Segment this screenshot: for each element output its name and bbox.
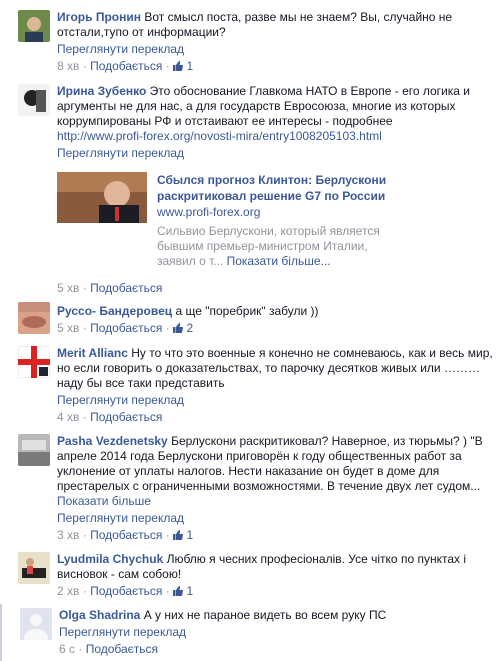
translate-link[interactable]: Переглянути переклад [57,42,496,57]
like-count[interactable]: 1 [173,59,193,73]
like-count-value: 2 [186,321,194,335]
comment-time[interactable]: 8 хв [57,59,79,73]
comment: Игорь Пронин Вот смысл поста, разве мы н… [0,6,504,78]
comment-meta: 5 хв · Подобається [57,281,163,295]
comment-time[interactable]: 5 хв [57,321,79,335]
avatar[interactable] [18,10,50,42]
link-preview[interactable]: Сбылся прогноз Клинтон: Берлускони раскр… [57,172,412,272]
thumbs-up-icon [173,530,184,540]
comment: Merit Allianc Ну то что это военные я ко… [0,342,504,426]
avatar[interactable] [18,302,50,334]
comment-link[interactable]: http://www.profi-forex.org/novosti-mira/… [57,129,382,143]
translate-link[interactable]: Переглянути переклад [57,146,496,161]
preview-title[interactable]: Сбылся прогноз Клинтон: Берлускони раскр… [157,172,412,204]
comment-author[interactable]: Руссо- Бандеровец [57,304,172,318]
like-button[interactable]: Подобається [90,321,162,335]
comment-author[interactable]: Ирина Зубенко [57,84,146,98]
avatar[interactable] [18,84,50,116]
comment-time[interactable]: 2 хв [57,584,79,598]
comment-author[interactable]: Игорь Пронин [57,10,141,24]
comment-time[interactable]: 5 хв [57,281,79,295]
preview-description: Сильвио Берлускони, который является быв… [157,224,397,269]
avatar[interactable] [18,434,50,466]
comment-time[interactable]: 3 хв [57,528,79,542]
like-button[interactable]: Подобається [86,642,158,656]
show-more-link[interactable]: Показати більше... [227,254,331,268]
comment: Ирина Зубенко Это обоснование Главкома Н… [0,80,504,295]
thumbs-up-icon [173,323,184,333]
comment-text: А у них не параное видеть во всем руку П… [143,608,387,622]
comment-author[interactable]: Lyudmila Chychuk [57,552,163,566]
like-button[interactable]: Подобається [90,281,162,295]
avatar[interactable] [20,608,52,640]
preview-image[interactable] [57,172,147,223]
comment-meta: 4 хв · Подобається [57,410,163,424]
like-count[interactable]: 1 [173,584,193,598]
comment-meta: 2 хв · Подобається · 1 [57,584,194,598]
comment-time[interactable]: 6 с [59,642,75,656]
avatar[interactable] [18,346,50,378]
comment-meta: 5 хв · Подобається · 2 [57,321,194,335]
like-count-value: 1 [186,528,194,542]
like-count-value: 1 [186,584,194,598]
comment-text: а ще "поребрик" забули )) [175,304,319,318]
comment: Руссо- Бандеровец а ще "поребрик" забули… [0,298,504,338]
comment-author[interactable]: Pasha Vezdenetsky [57,434,168,448]
like-count-value: 1 [186,59,194,73]
thumbs-up-icon [173,61,184,71]
comment-meta: 8 хв · Подобається · 1 [57,59,194,73]
comment-meta: 3 хв · Подобається · 1 [57,528,194,542]
like-count[interactable]: 2 [173,321,193,335]
comment: Pasha Vezdenetsky Берлускони раскритиков… [0,430,504,546]
comment-time[interactable]: 4 хв [57,410,79,424]
like-count[interactable]: 1 [173,528,193,542]
comment: Lyudmila Chychuk Люблю я чесних професіо… [0,548,504,604]
comment-new: Olga Shadrina А у них не параное видеть … [0,604,504,661]
show-more-link[interactable]: Показати більше [57,494,151,508]
comment-meta: 6 с · Подобається [59,642,159,656]
avatar[interactable] [18,552,50,584]
translate-link[interactable]: Переглянути переклад [59,625,496,640]
like-button[interactable]: Подобається [90,59,162,73]
comment-author[interactable]: Olga Shadrina [59,608,140,622]
comment-author[interactable]: Merit Allianc [57,346,128,360]
thumbs-up-icon [173,586,184,596]
translate-link[interactable]: Переглянути переклад [57,393,496,408]
like-button[interactable]: Подобається [90,528,162,542]
like-button[interactable]: Подобається [90,410,162,424]
preview-domain[interactable]: www.profi-forex.org [157,205,260,220]
like-button[interactable]: Подобається [90,584,162,598]
translate-link[interactable]: Переглянути переклад [57,511,496,526]
